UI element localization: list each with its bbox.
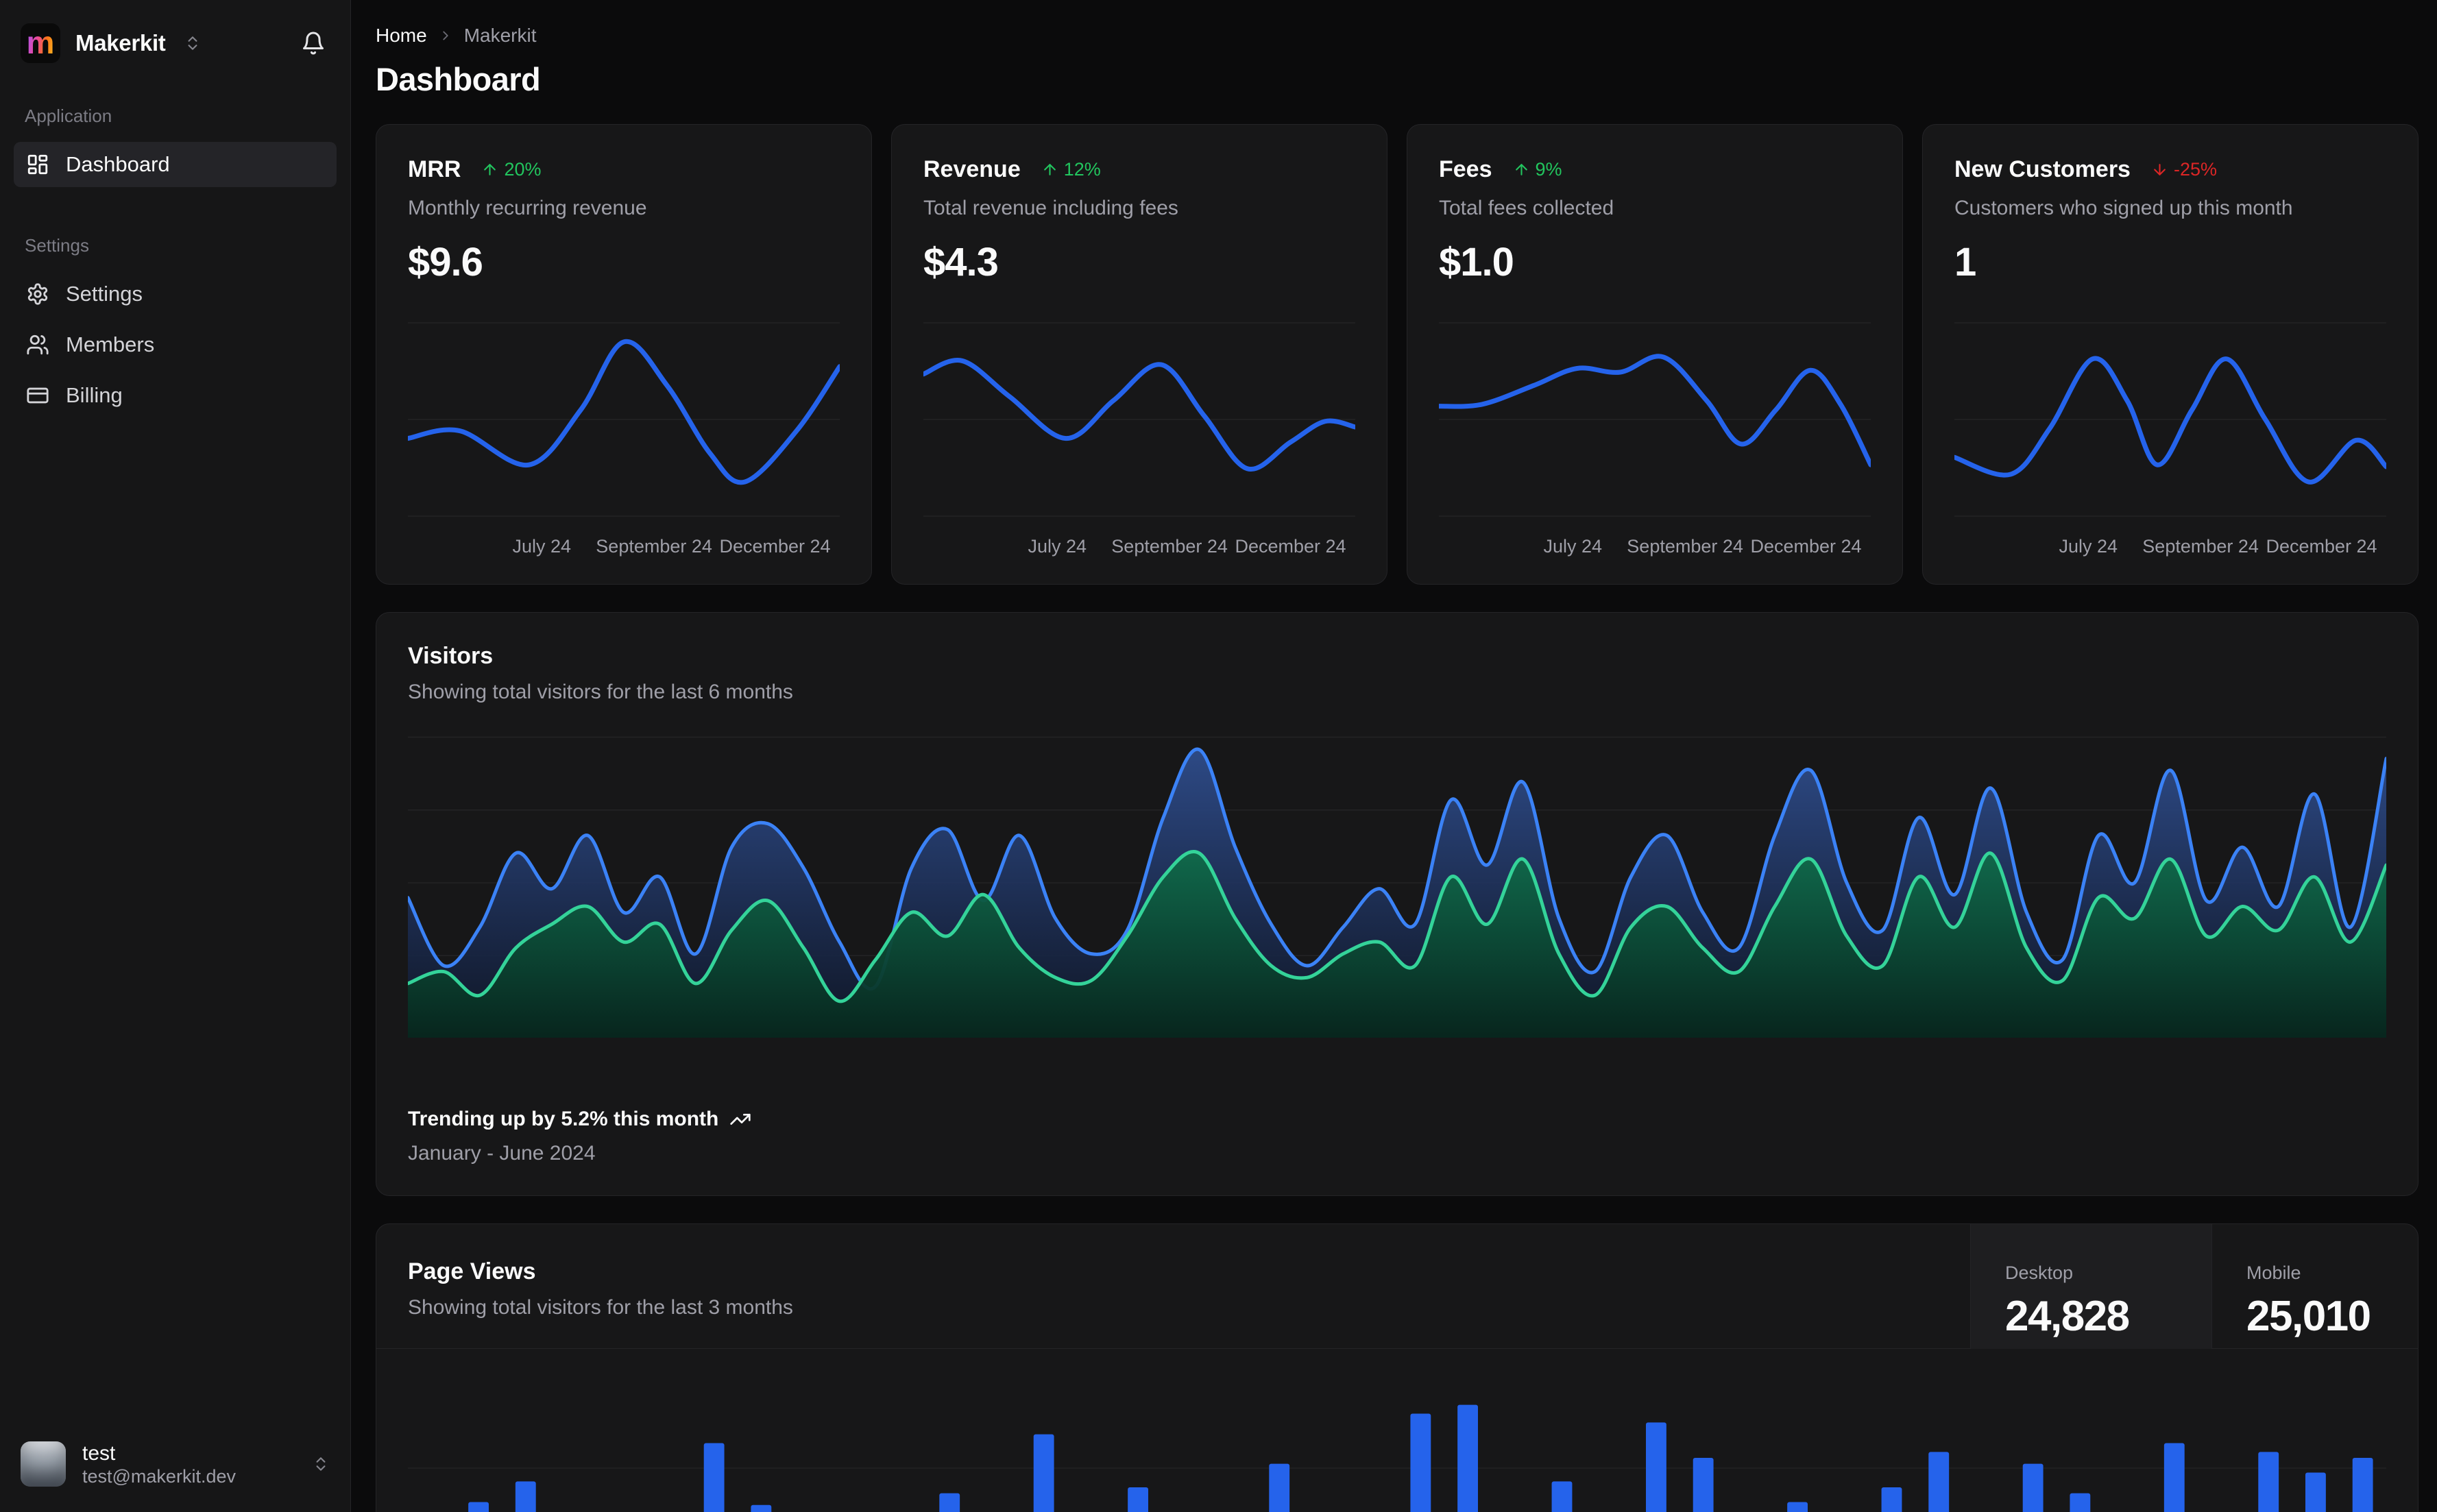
user-email: test@makerkit.dev <box>82 1466 236 1487</box>
trend-badge: 12% <box>1041 159 1101 180</box>
makerkit-logo: m <box>21 23 60 63</box>
stat-title: MRR <box>408 156 461 182</box>
sidebar-item-label: Members <box>66 332 155 356</box>
workspace-name: Makerkit <box>75 30 166 56</box>
trend-badge: -25% <box>2151 159 2217 180</box>
sidebar-item-dashboard[interactable]: Dashboard <box>14 142 337 187</box>
page-title: Dashboard <box>376 61 541 97</box>
chevrons-up-down-icon <box>184 34 202 52</box>
breadcrumb: Home Makerkit <box>376 25 2418 47</box>
stat-title: New Customers <box>1954 156 2131 182</box>
sparkline-chart <box>1439 317 1871 522</box>
stat-title: Fees <box>1439 156 1492 182</box>
page-views-tabs: Desktop 24,828 Mobile 25,010 <box>1970 1224 2418 1349</box>
stat-title: Revenue <box>923 156 1021 182</box>
trend-badge: 20% <box>481 159 541 180</box>
stats-row: MRR 20% Monthly recurring revenue $9.6 J… <box>376 124 2418 585</box>
stat-value: $1.0 <box>1439 240 1514 284</box>
users-icon <box>27 334 49 355</box>
visitors-area-chart <box>408 728 2386 1038</box>
sparkline-axis-labels: July 24 September 24 December 24 <box>512 536 831 557</box>
arrow-down-icon <box>2154 164 2166 175</box>
tab-value: 24,828 <box>2005 1293 2130 1340</box>
section-label-application: Application <box>25 106 112 126</box>
tab-label: Desktop <box>2005 1263 2074 1283</box>
stat-description: Monthly recurring revenue <box>408 197 647 219</box>
sparkline-chart <box>1954 317 2386 522</box>
visitors-title: Visitors <box>408 643 494 669</box>
sidebar: m Makerkit Application Dashboard Setting… <box>0 0 351 1512</box>
sidebar-item-label: Settings <box>66 282 143 306</box>
visitors-card: Visitors Showing total visitors for the … <box>376 612 2418 1196</box>
breadcrumb-current: Makerkit <box>463 25 537 46</box>
visitors-footer: Trending up by 5.2% this month January -… <box>408 1108 751 1165</box>
stat-card-fees: Fees 9% Total fees collected $1.0 July 2… <box>1407 124 1903 585</box>
trending-up-icon <box>730 1114 751 1125</box>
section-label-settings: Settings <box>25 235 89 256</box>
visitors-description: Showing total visitors for the last 6 mo… <box>408 681 793 703</box>
tab-mobile[interactable]: Mobile 25,010 <box>2211 1224 2418 1349</box>
visitors-trend-text: Trending up by 5.2% this month <box>408 1108 719 1130</box>
breadcrumb-home-link[interactable]: Home <box>376 25 427 47</box>
page-views-header: Page Views Showing total visitors for th… <box>376 1224 2418 1349</box>
arrow-up-icon <box>484 164 496 175</box>
stat-value: 1 <box>1954 240 1976 284</box>
logo-letter: m <box>26 25 55 61</box>
notifications-bell-icon[interactable] <box>301 31 326 56</box>
page-views-card: Page Views Showing total visitors for th… <box>376 1223 2418 1512</box>
gear-icon <box>27 283 48 305</box>
sparkline-axis-labels: July 24 September 24 December 24 <box>2059 536 2377 557</box>
sparkline-axis-labels: July 24 September 24 December 24 <box>1543 536 1862 557</box>
stat-description: Customers who signed up this month <box>1954 197 2293 219</box>
arrow-up-icon <box>1043 164 1056 175</box>
page-views-bar-chart <box>408 1369 2386 1512</box>
sidebar-item-settings[interactable]: Settings <box>14 271 337 317</box>
stat-value: $4.3 <box>923 240 999 284</box>
stat-description: Total revenue including fees <box>923 197 1178 219</box>
user-menu[interactable]: test test@makerkit.dev <box>0 1420 350 1512</box>
stat-card-revenue: Revenue 12% Total revenue including fees… <box>891 124 1387 585</box>
sidebar-item-label: Billing <box>66 383 123 407</box>
main-content: Home Makerkit Dashboard MRR 20% Monthly … <box>352 0 2437 1512</box>
chevrons-up-down-icon <box>312 1455 330 1473</box>
visitors-date-range: January - June 2024 <box>408 1142 596 1165</box>
stat-card-new-customers: New Customers -25% Customers who signed … <box>1922 124 2418 585</box>
sidebar-item-members[interactable]: Members <box>14 322 337 367</box>
stat-card-mrr: MRR 20% Monthly recurring revenue $9.6 J… <box>376 124 872 585</box>
nav-group-application: Application Dashboard <box>14 106 337 187</box>
stat-value: $9.6 <box>408 240 483 284</box>
arrow-up-icon <box>1515 164 1527 175</box>
workspace-selector[interactable]: m Makerkit <box>0 0 350 63</box>
user-name: test <box>82 1441 116 1465</box>
sparkline-chart <box>923 317 1355 522</box>
nav-group-settings: Settings Settings Members Billing <box>14 235 337 418</box>
sidebar-nav: Application Dashboard Settings Settings … <box>0 63 350 424</box>
tab-desktop[interactable]: Desktop 24,828 <box>1970 1224 2211 1349</box>
user-info: test test@makerkit.dev <box>82 1441 236 1488</box>
dashboard-grid-icon <box>27 154 48 175</box>
chevron-right-icon <box>438 28 453 43</box>
tab-value: 25,010 <box>2246 1293 2371 1340</box>
sparkline-axis-labels: July 24 September 24 December 24 <box>1028 536 1346 557</box>
sparkline-chart <box>408 317 840 522</box>
credit-card-icon <box>27 387 49 404</box>
trend-badge: 9% <box>1513 159 1562 180</box>
avatar <box>21 1441 66 1487</box>
tab-label: Mobile <box>2246 1263 2301 1283</box>
sidebar-item-billing[interactable]: Billing <box>14 373 337 418</box>
sidebar-item-label: Dashboard <box>66 152 170 176</box>
stat-description: Total fees collected <box>1439 197 1614 219</box>
